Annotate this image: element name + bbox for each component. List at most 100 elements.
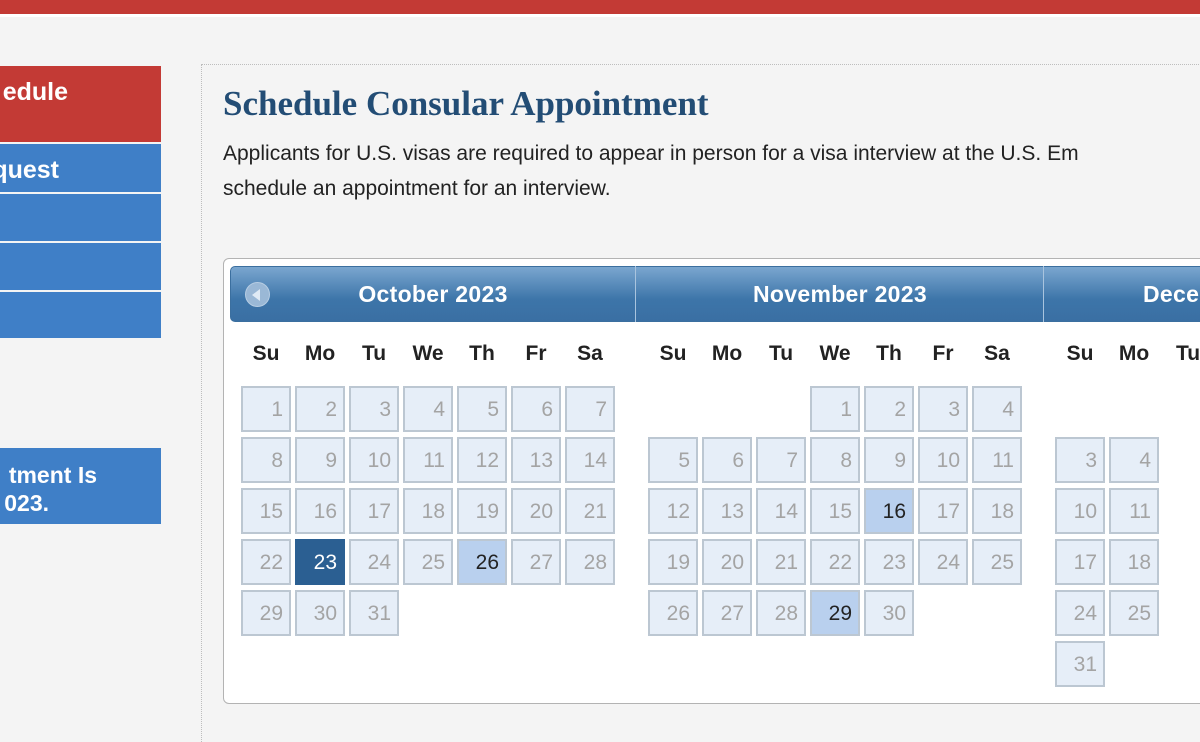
calendar-day: 25: [403, 539, 453, 585]
calendar-day-available[interactable]: 29: [810, 590, 860, 636]
sidebar-item-label: edule: [2, 78, 68, 106]
calendar-day: 10: [918, 437, 968, 483]
calendar-day-available[interactable]: 26: [457, 539, 507, 585]
calendar-day: 24: [349, 539, 399, 585]
sidebar-item-3[interactable]: [0, 194, 161, 241]
calendar-day: 20: [511, 488, 561, 534]
calendar-day: 19: [457, 488, 507, 534]
calendar-day: 31: [349, 590, 399, 636]
calendar-day: 12: [648, 488, 698, 534]
calendar-day: 17: [349, 488, 399, 534]
calendar-day: 15: [241, 488, 291, 534]
calendar-day: 3: [918, 386, 968, 432]
calendar-day: 26: [648, 590, 698, 636]
weekday-header: Fr: [525, 342, 547, 365]
calendar-day-selected[interactable]: 23: [295, 539, 345, 585]
calendar-day: 17: [918, 488, 968, 534]
calendar-day: 10: [349, 437, 399, 483]
intro-line-2: schedule an appointment for an interview…: [223, 177, 611, 200]
calendar-day: 8: [241, 437, 291, 483]
calendar-day: 21: [565, 488, 615, 534]
month-divider: [1043, 266, 1044, 322]
calendar-day: 27: [511, 539, 561, 585]
weekday-header: Fr: [932, 342, 954, 365]
weekday-header: Th: [469, 342, 495, 365]
calendar-day: 19: [648, 539, 698, 585]
calendar-day: 11: [1109, 488, 1159, 534]
calendar-day: 7: [565, 386, 615, 432]
calendar-day: 4: [972, 386, 1022, 432]
sidebar-item-request[interactable]: quest: [0, 144, 161, 192]
weekday-header: Tu: [768, 342, 794, 365]
calendar-day: 11: [403, 437, 453, 483]
calendar-day: 1: [810, 386, 860, 432]
calendar-day: 3: [1055, 437, 1105, 483]
calendar-day: 16: [295, 488, 345, 534]
weekday-header: We: [819, 342, 851, 365]
calendar-day: 6: [702, 437, 752, 483]
calendar-day: 2: [864, 386, 914, 432]
calendar-day: 18: [1109, 539, 1159, 585]
calendar-day: 8: [810, 437, 860, 483]
sidebar-item-label: quest: [0, 156, 59, 184]
weekday-header: We: [412, 342, 444, 365]
sidebar-item-schedule[interactable]: edule: [0, 66, 161, 142]
weekday-header: Su: [1066, 342, 1094, 365]
notice-line-2: 023.: [4, 490, 49, 516]
calendar-day: 23: [864, 539, 914, 585]
calendar-day: 22: [241, 539, 291, 585]
weekday-header: Sa: [984, 342, 1010, 365]
top-bar-divider: [0, 14, 1200, 17]
calendar-day: 24: [918, 539, 968, 585]
weekday-header: Mo: [711, 342, 743, 365]
calendar-day: 5: [457, 386, 507, 432]
calendar-day: 12: [457, 437, 507, 483]
calendar-day: 18: [972, 488, 1022, 534]
calendar-day: 28: [565, 539, 615, 585]
calendar-day: 17: [1055, 539, 1105, 585]
month-title: October 2023: [358, 281, 508, 307]
calendar-day: 4: [403, 386, 453, 432]
calendar-day: 30: [864, 590, 914, 636]
weekday-header: Mo: [1118, 342, 1150, 365]
notice-line-1: tment Is: [8, 462, 97, 488]
weekday-header: Tu: [361, 342, 387, 365]
weekday-header: Su: [252, 342, 280, 365]
calendar-day: 1: [241, 386, 291, 432]
calendar-day: 2: [295, 386, 345, 432]
calendar-day: 21: [756, 539, 806, 585]
intro-text: Applicants for U.S. visas are required t…: [223, 136, 1079, 206]
sidebar-item-4[interactable]: [0, 243, 161, 290]
calendar-day: 13: [702, 488, 752, 534]
calendar-day: 9: [295, 437, 345, 483]
calendar-day: 11: [972, 437, 1022, 483]
calendar-day: 27: [702, 590, 752, 636]
month-title: Dece: [1143, 281, 1200, 307]
calendar-day: 7: [756, 437, 806, 483]
calendar-day: 4: [1109, 437, 1159, 483]
calendar-day: 22: [810, 539, 860, 585]
calendar-day: 3: [349, 386, 399, 432]
calendar-day: 6: [511, 386, 561, 432]
calendar-day: 20: [702, 539, 752, 585]
weekday-header: Th: [876, 342, 902, 365]
weekday-header: Mo: [304, 342, 336, 365]
calendar-day: 25: [972, 539, 1022, 585]
calendar-day: 31: [1055, 641, 1105, 687]
weekday-header: Sa: [577, 342, 603, 365]
calendar-day-available[interactable]: 16: [864, 488, 914, 534]
month-title: November 2023: [753, 281, 927, 307]
calendar-day: 14: [756, 488, 806, 534]
month-divider: [635, 266, 636, 322]
calendar-day: 5: [648, 437, 698, 483]
calendar-day: 29: [241, 590, 291, 636]
calendar-day: 30: [295, 590, 345, 636]
weekday-header: Su: [659, 342, 687, 365]
calendar-day: 14: [565, 437, 615, 483]
top-brand-bar: [0, 0, 1200, 14]
chevron-left-circle-icon[interactable]: [245, 282, 270, 307]
sidebar-item-5[interactable]: [0, 292, 161, 338]
calendar-day: 15: [810, 488, 860, 534]
calendar-day: 25: [1109, 590, 1159, 636]
calendar-day: 18: [403, 488, 453, 534]
